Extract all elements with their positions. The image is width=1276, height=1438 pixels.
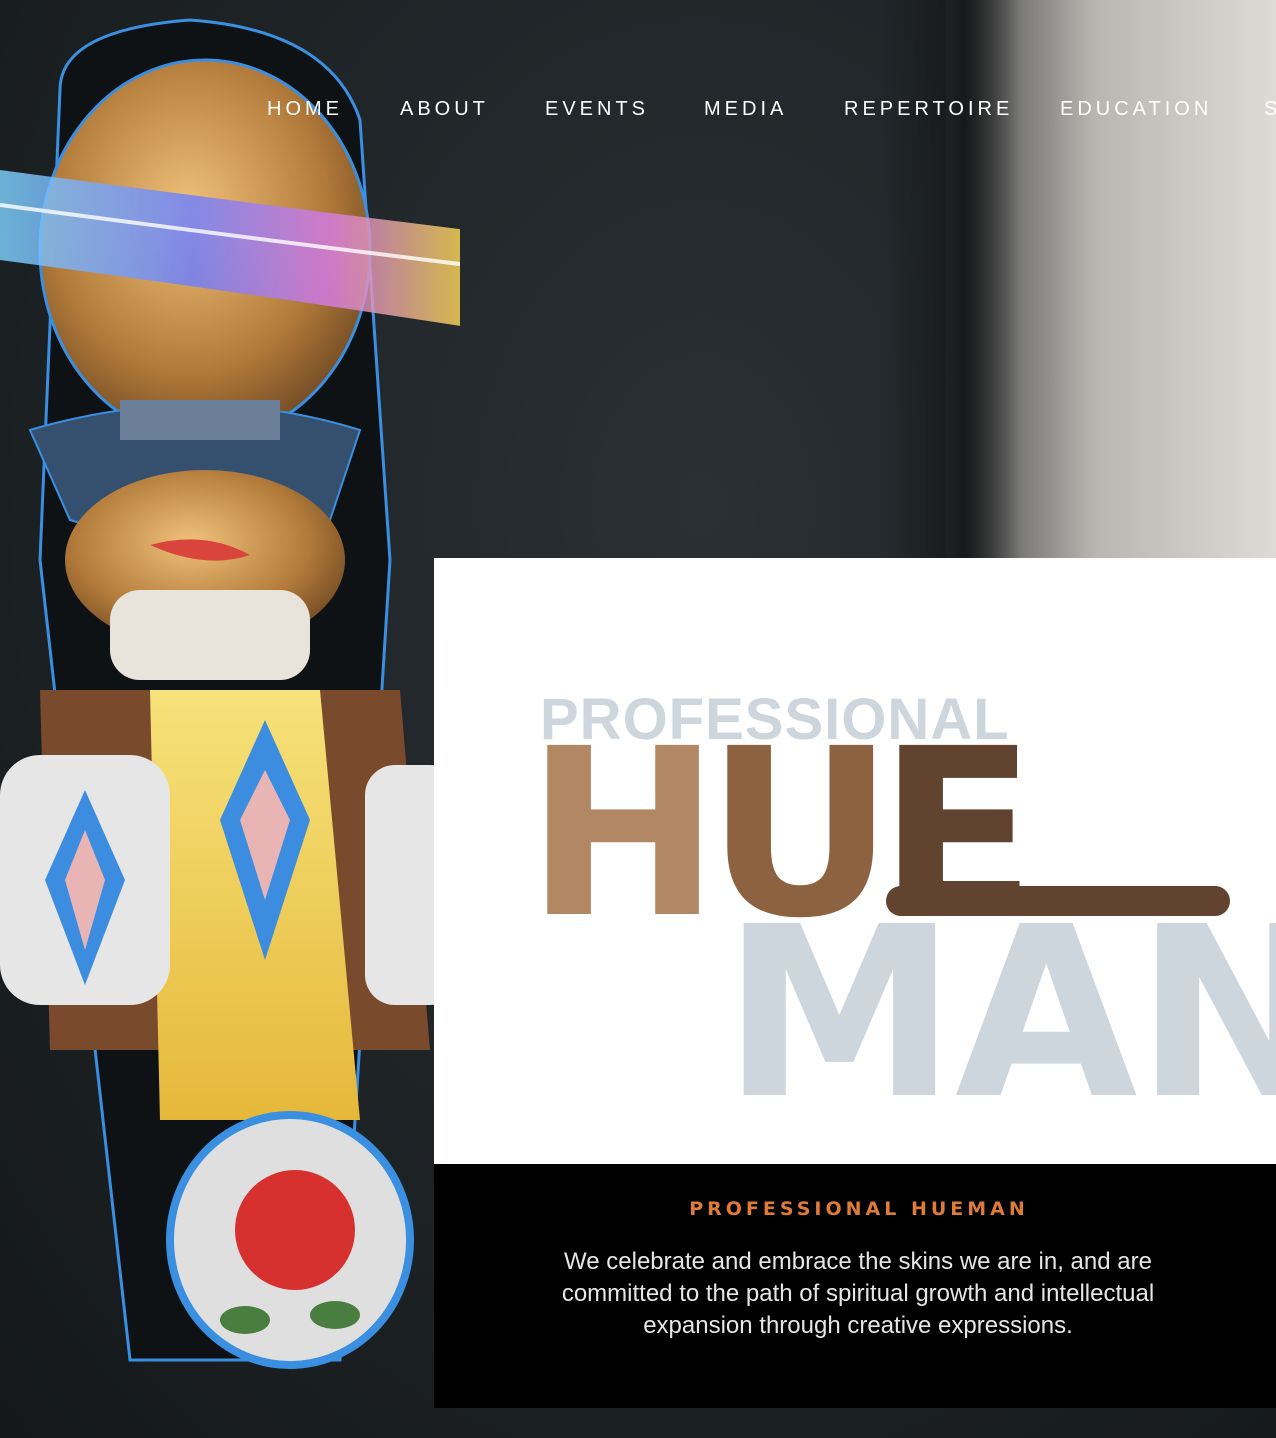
logo-letter-h: H [526,699,721,969]
background-shadow [880,0,1020,560]
hero-card: PROFESSIONAL H U E MAN PROFESSIONAL HUEM… [434,558,1276,1408]
nav-item-s[interactable]: S [1264,98,1276,121]
nav-item-about[interactable]: ABOUT [400,98,489,121]
nav-item-events[interactable]: EVENTS [545,98,649,121]
main-nav: HOME ABOUT EVENTS MEDIA REPERTOIRE EDUCA… [267,98,1276,128]
logo-man-text: MAN [722,876,1276,1151]
hero-logo-panel: PROFESSIONAL H U E MAN [434,558,1276,1164]
nav-item-media[interactable]: MEDIA [704,98,787,121]
nav-item-home[interactable]: HOME [267,98,343,121]
artwork-figure [0,18,460,1369]
nav-item-repertoire[interactable]: REPERTOIRE [844,98,1013,121]
nav-item-education[interactable]: EDUCATION [1060,98,1212,121]
hero-heading: PROFESSIONAL HUEMAN [689,1198,1029,1220]
hero-description: We celebrate and embrace the skins we ar… [561,1248,1155,1339]
